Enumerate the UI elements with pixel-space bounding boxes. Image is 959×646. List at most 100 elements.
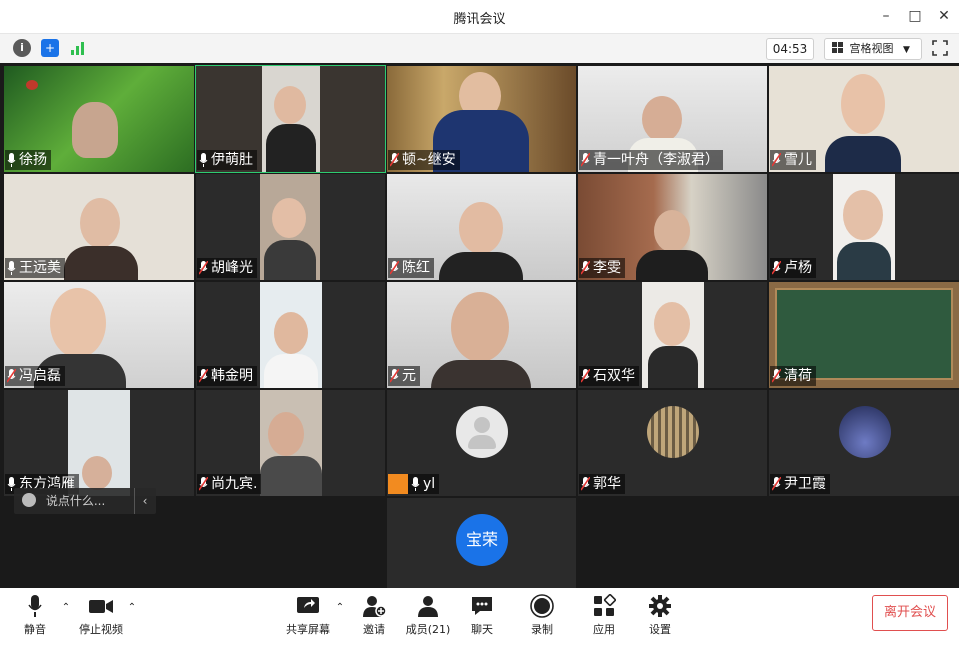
chevron-left-icon[interactable]: ‹ <box>134 488 155 514</box>
participant-video <box>642 282 704 388</box>
video-tile[interactable]: 雪儿 <box>769 66 959 172</box>
mic-muted-icon <box>772 153 781 167</box>
mute-button[interactable]: 静音 <box>20 594 50 637</box>
video-tile[interactable]: 尚九宾. <box>196 390 385 496</box>
participant-label: 雪儿 <box>770 150 816 170</box>
participant-video <box>260 282 322 388</box>
title-bar: 腾讯会议 – □ ✕ <box>0 0 959 33</box>
video-tile[interactable]: 宝荣 <box>387 498 576 588</box>
video-tile[interactable]: 徐扬 <box>4 66 194 172</box>
mic-muted-icon <box>581 369 590 383</box>
meeting-timer: 04:53 <box>766 38 814 60</box>
participant-name: 李雯 <box>593 260 621 276</box>
microphone-icon <box>28 595 42 617</box>
video-tile[interactable]: 胡峰光 <box>196 174 385 280</box>
apps-grid-icon <box>594 594 616 616</box>
video-tile[interactable]: 尹卫霞 <box>769 390 959 496</box>
video-tile[interactable]: 冯启磊 <box>4 282 194 388</box>
invite-label: 邀请 <box>363 623 385 636</box>
chat-button[interactable]: 聊天 <box>468 594 496 637</box>
video-tile[interactable]: 郭华 <box>578 390 767 496</box>
mic-muted-icon <box>772 261 781 275</box>
mic-on-icon <box>7 153 16 167</box>
video-tile[interactable]: 东方鸿雁 <box>4 390 194 496</box>
leave-meeting-button[interactable]: 离开会议 <box>872 595 948 631</box>
maximize-icon[interactable]: □ <box>906 7 924 25</box>
mic-muted-icon <box>581 477 590 491</box>
view-mode-dropdown[interactable]: 宫格视图 ▼ <box>824 38 922 60</box>
participant-label: 尹卫霞 <box>770 474 830 494</box>
members-button[interactable]: 成员(21) <box>404 594 452 637</box>
participant-name: 尚九宾. <box>211 476 258 492</box>
meeting-toolbar: i + 04:53 宫格视图 ▼ <box>0 33 959 63</box>
mic-muted-icon <box>390 261 399 275</box>
info-icon[interactable]: i <box>13 39 31 57</box>
participant-name: 胡峰光 <box>211 260 253 276</box>
mic-muted-icon <box>581 153 590 167</box>
settings-label: 设置 <box>649 623 671 636</box>
video-camera-icon <box>89 600 113 613</box>
participant-label: 尚九宾. <box>197 474 262 494</box>
video-options-chevron-icon[interactable]: ⌃ <box>126 602 138 613</box>
participant-name: 顿~继安 <box>402 152 456 168</box>
participant-name: 清荷 <box>784 368 812 384</box>
participant-video <box>262 66 320 172</box>
members-label: 成员(21) <box>405 623 451 636</box>
participant-video <box>833 174 895 280</box>
participant-name: 雪儿 <box>784 152 812 168</box>
share-screen-label: 共享屏幕 <box>286 623 330 636</box>
participant-label: 韩金明 <box>197 366 257 386</box>
video-tile[interactable]: 卢杨 <box>769 174 959 280</box>
mic-on-icon <box>411 477 420 491</box>
host-badge-icon <box>388 474 408 494</box>
stop-video-label: 停止视频 <box>79 623 123 636</box>
video-tile[interactable]: 顿~继安 <box>387 66 576 172</box>
apps-button[interactable]: 应用 <box>590 594 618 637</box>
chat-placeholder: 说点什么... <box>45 494 106 508</box>
share-options-chevron-icon[interactable]: ⌃ <box>334 602 346 613</box>
window-title: 腾讯会议 <box>453 12 506 27</box>
video-tile[interactable]: 陈红 <box>387 174 576 280</box>
share-screen-icon <box>297 597 319 613</box>
participant-label: 伊萌肚 <box>197 150 257 170</box>
participant-name: 青一叶舟（李淑君） <box>593 152 719 168</box>
mic-muted-icon <box>581 261 590 275</box>
security-shield-icon[interactable]: + <box>41 39 59 57</box>
stop-video-button[interactable]: 停止视频 <box>76 594 126 637</box>
participant-video <box>260 174 320 280</box>
fullscreen-icon[interactable] <box>932 40 948 56</box>
video-tile[interactable]: 李雯 <box>578 174 767 280</box>
control-bar: 静音 ⌃ 停止视频 ⌃ 共享屏幕 ⌃ 邀请 成员(21) 聊天 录制 应用 设置… <box>0 588 959 646</box>
mic-on-icon <box>7 261 16 275</box>
share-screen-button[interactable]: 共享屏幕 <box>284 594 332 637</box>
video-tile[interactable]: 青一叶舟（李淑君） <box>578 66 767 172</box>
participant-label: 顿~继安 <box>388 150 460 170</box>
settings-button[interactable]: 设置 <box>646 594 674 637</box>
signal-icon[interactable] <box>69 39 87 57</box>
invite-button[interactable]: 邀请 <box>360 594 388 637</box>
record-label: 录制 <box>531 623 553 636</box>
participant-label: 冯启磊 <box>5 366 65 386</box>
video-tile[interactable]: 清荷 <box>769 282 959 388</box>
minimize-icon[interactable]: – <box>877 7 895 25</box>
participant-name: 王远美 <box>19 260 61 276</box>
participant-video <box>50 288 106 358</box>
participant-label: 石双华 <box>579 366 639 386</box>
record-button[interactable]: 录制 <box>528 594 556 637</box>
video-tile[interactable]: yl <box>387 390 576 496</box>
participant-name: 徐扬 <box>19 152 47 168</box>
video-tile[interactable]: 石双华 <box>578 282 767 388</box>
chat-input[interactable]: 说点什么... ‹ <box>14 488 156 514</box>
video-tile[interactable]: 伊萌肚 <box>195 65 386 173</box>
chat-bubble-icon <box>472 597 492 615</box>
record-icon <box>530 594 554 618</box>
close-icon[interactable]: ✕ <box>935 7 953 25</box>
video-tile[interactable]: 韩金明 <box>196 282 385 388</box>
emoji-icon[interactable] <box>22 493 36 507</box>
video-tile[interactable]: 元 <box>387 282 576 388</box>
participant-label: 王远美 <box>5 258 65 278</box>
participant-label: 清荷 <box>770 366 816 386</box>
participant-name: 石双华 <box>593 368 635 384</box>
video-tile[interactable]: 王远美 <box>4 174 194 280</box>
audio-options-chevron-icon[interactable]: ⌃ <box>60 602 72 613</box>
